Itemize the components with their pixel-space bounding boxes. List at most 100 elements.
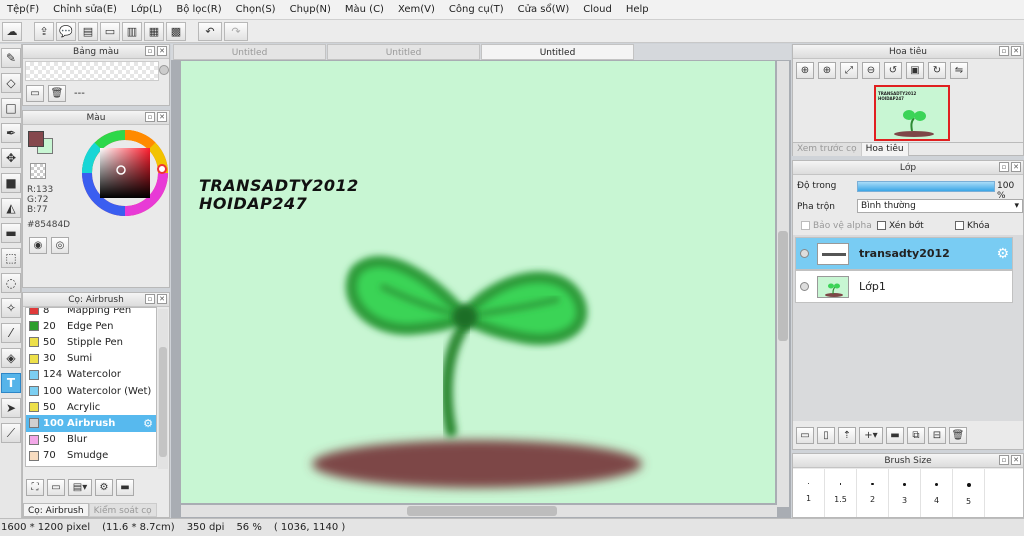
eraser-icon[interactable]: ◇ [1, 73, 21, 93]
export-icon[interactable]: ⇪ [34, 21, 54, 41]
copy-layer-icon[interactable]: ⧉ [907, 427, 925, 444]
zoom-out-icon[interactable]: ⊖ [862, 62, 880, 79]
brush-size-cell[interactable]: 3 [889, 469, 921, 517]
lasso-icon[interactable]: ◌ [1, 273, 21, 293]
close-icon[interactable]: ✕ [157, 46, 167, 56]
select-pen-icon[interactable]: ⁄ [1, 323, 21, 343]
tab-brush[interactable]: Cọ: Airbrush [23, 503, 89, 517]
magic-wand-icon[interactable]: ✧ [1, 298, 21, 318]
text-icon[interactable]: T [1, 373, 21, 393]
redo-icon[interactable]: ↷ [224, 21, 248, 41]
float-icon[interactable]: ▫ [999, 455, 1009, 465]
visibility-icon[interactable] [800, 249, 809, 258]
merge-layer-icon[interactable]: ⊟ [928, 427, 946, 444]
color-set-icon[interactable]: ◎ [51, 237, 69, 254]
drawing-canvas[interactable]: TRANSADTY2012 HOIDAP247 [181, 61, 775, 503]
palette-scroll-knob[interactable] [159, 65, 169, 75]
rotate-right-icon[interactable]: ↻ [928, 62, 946, 79]
brush-item[interactable]: 124 Watercolor [26, 367, 156, 383]
brush-item[interactable]: 30 Sumi [26, 351, 156, 367]
rotate-left-icon[interactable]: ↺ [884, 62, 902, 79]
brush-size-cell[interactable]: 1.5 [825, 469, 857, 517]
select-eraser-icon[interactable]: ◈ [1, 348, 21, 368]
brush-item[interactable]: 100 Airbrush ⚙ [26, 415, 156, 432]
fill-rect-icon[interactable]: ■ [1, 173, 21, 193]
color-wheel[interactable] [79, 127, 171, 219]
tab-brush-preview[interactable]: Xem trước cọ [793, 143, 862, 156]
close-icon[interactable]: ✕ [1011, 46, 1021, 56]
brush-item[interactable]: 8 Mapping Pen [26, 308, 156, 318]
color-mode-icon[interactable]: ◉ [29, 237, 47, 254]
float-icon[interactable]: ▫ [145, 46, 155, 56]
folder-icon[interactable]: ▬ [116, 479, 134, 496]
menu-item[interactable]: Màu (C) [338, 0, 391, 20]
tab-document-3[interactable]: Untitled [481, 44, 634, 60]
menu-item[interactable]: Help [619, 0, 656, 20]
navigator-preview[interactable]: TRANSADTY2012 HOIDAP247 [874, 85, 950, 141]
close-icon[interactable]: ✕ [1011, 455, 1021, 465]
new-layer-icon[interactable]: ▭ [796, 427, 814, 444]
brush-size-cell[interactable]: 1 [793, 469, 825, 517]
page-icon[interactable]: ▭ [100, 21, 120, 41]
layer-row-transadty2012[interactable]: transadty2012 ⚙ [795, 237, 1013, 270]
pen-icon[interactable]: ✒ [1, 123, 21, 143]
menu-item[interactable]: Tệp(F) [0, 0, 46, 20]
menu-item[interactable]: Xem(V) [391, 0, 442, 20]
menu-item[interactable]: Cửa sổ(W) [511, 0, 577, 20]
opacity-slider[interactable] [857, 181, 995, 192]
document-icon[interactable]: ▥ [122, 21, 142, 41]
layer-row-lop1[interactable]: Lớp1 [795, 270, 1013, 303]
foreground-color-swatch[interactable] [28, 131, 44, 147]
move-icon[interactable]: ✥ [1, 148, 21, 168]
tab-document-2[interactable]: Untitled [327, 44, 480, 60]
float-icon[interactable]: ▫ [145, 294, 155, 304]
lock-checkbox[interactable]: Khóa [955, 221, 990, 231]
brush-size-cell[interactable]: 5 [953, 469, 985, 517]
fit-screen-icon[interactable]: ⤢ [840, 62, 858, 79]
menu-item[interactable]: Cloud [576, 0, 619, 20]
add-layer-menu-icon[interactable]: +▾ [859, 427, 883, 444]
clipping-checkbox[interactable]: Xén bớt [877, 221, 924, 231]
menu-item[interactable]: Lớp(L) [124, 0, 169, 20]
brush-new-icon[interactable]: ▭ [47, 479, 65, 496]
close-icon[interactable]: ✕ [1011, 162, 1021, 172]
visibility-icon[interactable] [800, 282, 809, 291]
brush-settings-icon[interactable]: ⚙ [95, 479, 113, 496]
float-icon[interactable]: ▫ [999, 162, 1009, 172]
trash-icon[interactable]: 🗑 [48, 85, 66, 102]
comment-icon[interactable]: 💬 [56, 21, 76, 41]
tab-document-1[interactable]: Untitled [173, 44, 326, 60]
brush-item[interactable]: 20 Edge Pen [26, 318, 156, 334]
menu-item[interactable]: Công cụ(T) [442, 0, 511, 20]
zoom-in-icon[interactable]: ⊕ [796, 62, 814, 79]
brush-item[interactable]: 50 Blur [26, 432, 156, 448]
float-icon[interactable]: ▫ [999, 46, 1009, 56]
brush-size-cell[interactable]: 2 [857, 469, 889, 517]
palette-swatches[interactable] [25, 61, 159, 81]
layer-folder-icon[interactable]: ▬ [886, 427, 904, 444]
menu-item[interactable]: Chỉnh sửa(E) [46, 0, 124, 20]
gear-icon[interactable]: ⚙ [996, 246, 1009, 262]
brush-menu-icon[interactable]: ▤▾ [68, 479, 92, 496]
eyedropper-icon[interactable]: ⟋ [1, 423, 21, 443]
reset-view-icon[interactable]: ▣ [906, 62, 924, 79]
canvas-vertical-scrollbar[interactable] [777, 61, 789, 507]
brush-item[interactable]: 50 Acrylic [26, 399, 156, 415]
menu-item[interactable]: Chụp(N) [283, 0, 338, 20]
grid-icon[interactable]: ▩ [166, 21, 186, 41]
close-icon[interactable]: ✕ [157, 294, 167, 304]
delete-layer-icon[interactable]: 🗑 [949, 427, 967, 444]
rectangle-icon[interactable]: □ [1, 98, 21, 118]
float-icon[interactable]: ▫ [145, 112, 155, 122]
blend-mode-select[interactable]: Bình thường ▾ [857, 199, 1023, 213]
menu-item[interactable]: Chọn(S) [229, 0, 283, 20]
bucket-icon[interactable]: ◭ [1, 198, 21, 218]
zoom-in-plus-icon[interactable]: ⊕ [818, 62, 836, 79]
canvas-horizontal-scrollbar[interactable] [181, 505, 777, 517]
brush-item[interactable]: 100 Watercolor (Wet) [26, 383, 156, 399]
pages-icon[interactable]: ▦ [144, 21, 164, 41]
new-vector-layer-icon[interactable]: ▯ [817, 427, 835, 444]
tab-navigator[interactable]: Hoa tiêu [861, 143, 909, 156]
transparent-color-swatch[interactable] [30, 163, 46, 179]
new-palette-icon[interactable]: ▭ [26, 85, 44, 102]
